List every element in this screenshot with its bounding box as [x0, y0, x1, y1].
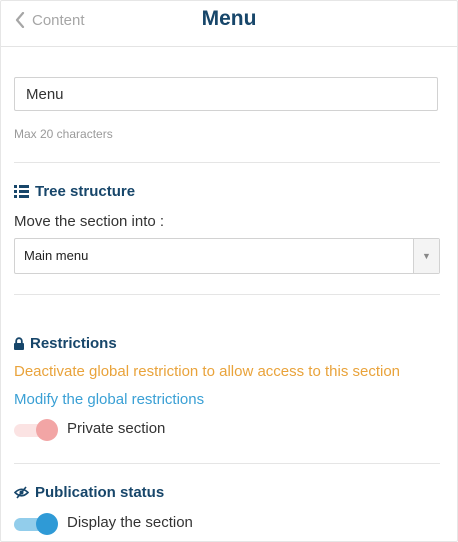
private-section-toggle[interactable] [14, 419, 58, 441]
publication-status-heading: Publication status [14, 484, 164, 501]
publication-status-title: Publication status [35, 484, 165, 501]
divider [14, 162, 440, 163]
divider [14, 294, 440, 295]
modify-restrictions-link[interactable]: Modify the global restrictions [14, 391, 204, 408]
page-title: Menu [201, 7, 257, 30]
eye-slash-icon [14, 486, 29, 499]
tree-structure-heading: Tree structure [14, 183, 135, 200]
private-section-label: Private section [67, 420, 166, 437]
header: Content Menu [1, 1, 457, 47]
toggle-knob [36, 513, 58, 535]
select-value: Main menu [24, 248, 89, 263]
toggle-knob [36, 419, 58, 441]
name-hint: Max 20 characters [14, 127, 113, 141]
move-section-label: Move the section into : [14, 213, 165, 230]
divider [14, 463, 440, 464]
restrictions-title: Restrictions [30, 335, 117, 352]
tree-structure-title: Tree structure [35, 183, 136, 200]
section-name-input[interactable] [14, 77, 438, 111]
dropdown-arrow-icon[interactable]: ▼ [413, 239, 439, 273]
display-section-label: Display the section [67, 514, 193, 531]
deactivate-restriction-link[interactable]: Deactivate global restriction to allow a… [14, 363, 400, 380]
restrictions-heading: Restrictions [14, 335, 117, 352]
list-icon [14, 185, 29, 198]
display-section-toggle[interactable] [14, 513, 58, 535]
lock-icon [14, 337, 24, 350]
parent-section-select[interactable]: Main menu ▼ [14, 238, 440, 274]
